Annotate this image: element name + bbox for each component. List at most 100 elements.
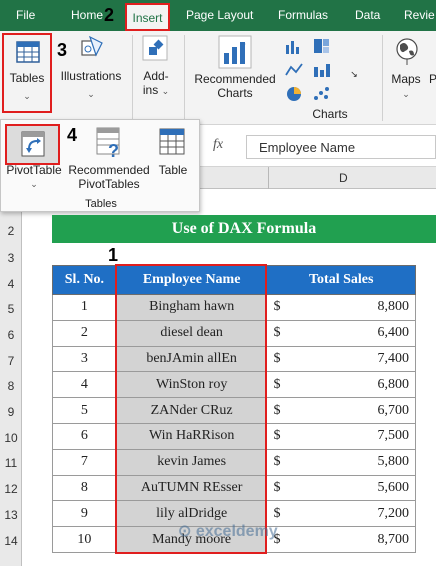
cell-sl-no[interactable]: 2 [52,319,117,347]
pivottable-label[interactable]: PivotTable [3,163,65,177]
cell-sl-no[interactable]: 5 [52,397,117,424]
cell-sl-no[interactable]: 4 [52,371,117,399]
currency-symbol: $ [273,428,281,444]
row-number[interactable]: 10 [0,431,22,445]
column-d-header[interactable]: D [339,171,348,185]
charts-group-label: Charts [312,107,348,121]
cell-sl-no[interactable]: 1 [52,294,117,321]
currency-symbol: $ [273,350,281,366]
currency-symbol: $ [273,299,281,315]
currency-symbol: $ [273,402,281,418]
svg-text:?: ? [240,41,246,52]
tab-page-layout[interactable]: Page Layout [186,0,253,31]
sales-amount: 7,200 [377,505,410,521]
watermark-logo: ⊙ exceldemy [178,523,278,540]
chevron-down-icon: ⌄ [23,91,31,101]
step-4-marker: 4 [67,125,78,145]
cell-total-sales[interactable]: $8,700 [266,526,416,553]
cell-total-sales[interactable]: $6,400 [266,319,416,347]
cell-sl-no[interactable]: 7 [52,448,117,476]
formula-input[interactable]: Employee Name [246,135,436,159]
cell-total-sales[interactable]: $6,800 [266,371,416,399]
cell-total-sales[interactable]: $7,400 [266,345,416,373]
add-ins-label[interactable]: Add-ins ⌄ [136,69,176,98]
ribbon-separator [382,35,383,121]
cell-total-sales[interactable]: $6,700 [266,397,416,424]
tab-review[interactable]: Revie [404,0,435,31]
ribbon-insert-panel: Tables ⌄ 3 Illustrations ⌄ Add-ins ⌄ ? R… [0,31,436,125]
recommended-pivottables-label[interactable]: Recommended PivotTables [65,163,153,191]
column-chart-icon[interactable] [284,37,304,55]
step-2-marker: 2 [104,5,115,25]
maps-label[interactable]: Maps [388,72,424,86]
cell-total-sales[interactable]: $7,500 [266,422,416,450]
add-ins-icon [142,35,168,61]
illustrations-icon [81,35,103,57]
row-number[interactable]: 14 [0,534,22,548]
row-number[interactable]: 12 [0,482,22,496]
cell-sl-no[interactable]: 10 [52,526,117,553]
cell-total-sales[interactable]: $7,200 [266,500,416,528]
tab-data[interactable]: Data [355,0,380,31]
cell-sl-no[interactable]: 8 [52,474,117,502]
row-number[interactable]: 6 [0,328,22,342]
hierarchy-chart-icon[interactable] [312,37,332,55]
pivottable-icon [21,131,45,157]
currency-symbol: $ [273,479,281,495]
ribbon-separator [132,35,133,121]
tab-formulas[interactable]: Formulas [278,0,328,31]
fx-icon[interactable]: fx [213,137,223,153]
pivotchart-partial-icon[interactable]: P [428,72,436,86]
globe-icon [396,38,418,65]
recommended-charts-label[interactable]: Recommended Charts [190,72,280,100]
row-number[interactable]: 3 [0,251,22,265]
tables-dropdown-panel: 4 PivotTable ⌄ ? Recommended PivotTables … [0,119,200,212]
sales-amount: 6,800 [377,376,410,392]
tab-insert[interactable]: Insert [125,3,170,31]
row-number[interactable]: 7 [0,354,22,368]
sales-amount: 5,800 [377,454,410,470]
tab-file[interactable]: File [16,0,35,31]
row-number[interactable]: 5 [0,302,22,316]
tables-group-label: Tables [85,198,117,210]
sales-amount: 8,800 [377,299,410,315]
currency-symbol: $ [273,454,281,470]
cell-total-sales[interactable]: $5,800 [266,448,416,476]
table-label[interactable]: Table [153,163,193,177]
currency-symbol: $ [273,325,281,341]
line-chart-icon[interactable] [284,61,304,79]
currency-symbol: $ [273,376,281,392]
currency-symbol: $ [273,505,281,521]
column-divider [268,167,269,189]
sheet-title: Use of DAX Formula [52,215,436,243]
step-1-marker: 1 [108,245,119,265]
ribbon-separator [184,35,185,121]
sales-amount: 7,400 [377,350,410,366]
chevron-down-icon: ⌄ [87,89,95,99]
dialog-launcher-icon[interactable]: ↘ [348,67,360,81]
illustrations-label[interactable]: Illustrations [58,69,124,83]
tables-button[interactable]: Tables ⌄ [2,33,52,113]
row-number[interactable]: 11 [0,456,22,470]
table-icon [159,128,185,155]
row-number[interactable]: 2 [0,224,22,238]
cell-total-sales[interactable]: $8,800 [266,294,416,321]
employee-name-selection [115,264,267,554]
row-number[interactable]: 8 [0,379,22,393]
header-sl-no[interactable]: Sl. No. [52,265,117,295]
cell-sl-no[interactable]: 6 [52,422,117,450]
cell-total-sales[interactable]: $5,600 [266,474,416,502]
header-total-sales[interactable]: Total Sales [266,265,416,295]
scatter-chart-icon[interactable] [312,85,332,103]
cell-sl-no[interactable]: 9 [52,500,117,528]
table-grid-icon [16,41,40,63]
recommended-pivottables-icon: ? [96,127,120,160]
row-number[interactable]: 13 [0,508,22,522]
row-number[interactable]: 9 [0,405,22,419]
pie-chart-icon[interactable] [284,85,304,103]
cell-sl-no[interactable]: 3 [52,345,117,373]
tab-home[interactable]: Home [71,0,103,31]
pivottable-button[interactable] [5,124,60,165]
statistic-chart-icon[interactable] [312,61,332,79]
row-number[interactable]: 4 [0,277,22,291]
